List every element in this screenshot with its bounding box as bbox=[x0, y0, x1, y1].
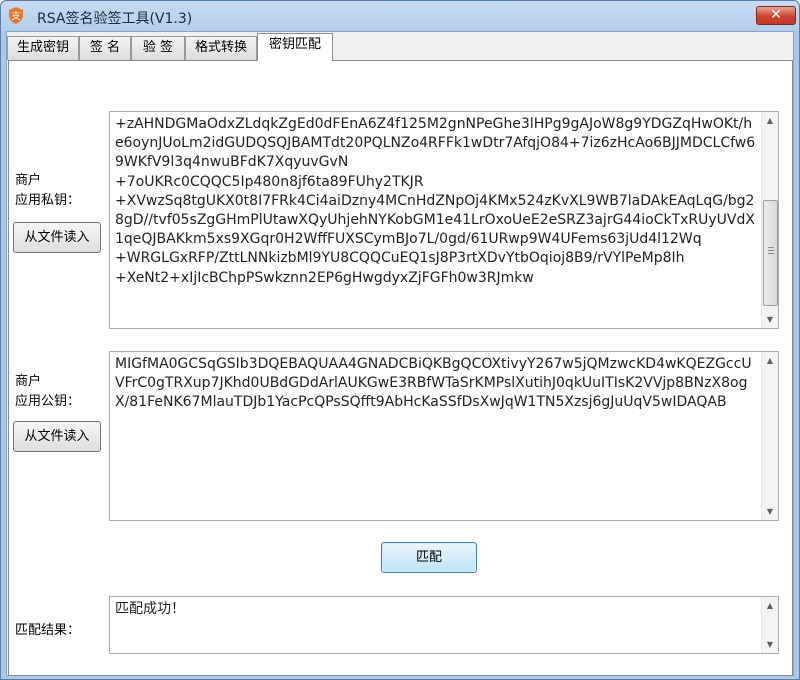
close-button[interactable]: ✕ bbox=[756, 6, 796, 25]
public-key-textarea[interactable]: MIGfMA0GCSqGSIb3DQEBAQUAA4GNADCBiQKBgQCO… bbox=[109, 351, 779, 521]
key-match-page: 商户 应用私钥： 从文件读入 +zAHNDGMaOdxZLdqkZgEd0dFE… bbox=[8, 60, 793, 676]
tab-key-match[interactable]: 密钥匹配 bbox=[257, 33, 333, 61]
scrollbar-thumb[interactable] bbox=[763, 200, 778, 306]
match-result-textarea[interactable]: 匹配成功！ ▲ ▼ bbox=[109, 596, 779, 654]
private-key-label-line2: 应用私钥： bbox=[15, 193, 81, 208]
private-key-text[interactable]: +zAHNDGMaOdxZLdqkZgEd0dFEnA6Z4f125M2gnNP… bbox=[115, 115, 758, 326]
match-button[interactable]: 匹配 bbox=[381, 542, 477, 573]
client-area: 生成密钥 签 名 验 签 格式转换 密钥匹配 商户 应用私钥： 从文件读入 +z… bbox=[6, 31, 794, 676]
tab-sign[interactable]: 签 名 bbox=[79, 36, 131, 60]
scroll-down-icon[interactable]: ▼ bbox=[762, 503, 778, 520]
tab-verify[interactable]: 验 签 bbox=[131, 36, 185, 60]
scroll-down-icon[interactable]: ▼ bbox=[762, 636, 778, 653]
public-key-label-line1: 商户 bbox=[15, 374, 42, 389]
scroll-up-icon[interactable]: ▲ bbox=[762, 112, 778, 129]
result-scrollbar[interactable]: ▲ ▼ bbox=[761, 597, 778, 653]
scroll-up-icon[interactable]: ▲ bbox=[762, 352, 778, 369]
public-key-scrollbar[interactable]: ▲ ▼ bbox=[761, 352, 778, 520]
tab-format-convert[interactable]: 格式转换 bbox=[185, 36, 257, 60]
app-window: 支 RSA签名验签工具(V1.3) ✕ 生成密钥 签 名 验 签 格式转换 密钥… bbox=[0, 0, 800, 680]
private-key-load-button[interactable]: 从文件读入 bbox=[13, 222, 101, 253]
private-key-label-line1: 商户 bbox=[15, 173, 42, 188]
public-key-label-line2: 应用公钥： bbox=[15, 394, 81, 409]
private-key-textarea[interactable]: +zAHNDGMaOdxZLdqkZgEd0dFEnA6Z4f125M2gnNP… bbox=[109, 111, 779, 329]
app-icon: 支 bbox=[9, 7, 23, 24]
private-key-scrollbar[interactable]: ▲ ▼ bbox=[761, 112, 778, 328]
public-key-text[interactable]: MIGfMA0GCSqGSIb3DQEBAQUAA4GNADCBiQKBgQCO… bbox=[115, 355, 758, 518]
tab-strip: 生成密钥 签 名 验 签 格式转换 密钥匹配 bbox=[7, 32, 793, 61]
title-bar[interactable]: 支 RSA签名验签工具(V1.3) ✕ bbox=[1, 1, 799, 31]
scroll-down-icon[interactable]: ▼ bbox=[762, 311, 778, 328]
tab-generate-keys[interactable]: 生成密钥 bbox=[7, 36, 79, 60]
match-result-label: 匹配结果： bbox=[15, 623, 81, 638]
scroll-up-icon[interactable]: ▲ bbox=[762, 597, 778, 614]
match-result-text[interactable]: 匹配成功！ bbox=[115, 600, 758, 651]
svg-text:支: 支 bbox=[11, 10, 20, 22]
window-title: RSA签名验签工具(V1.3) bbox=[37, 11, 193, 27]
public-key-load-button[interactable]: 从文件读入 bbox=[13, 421, 101, 452]
